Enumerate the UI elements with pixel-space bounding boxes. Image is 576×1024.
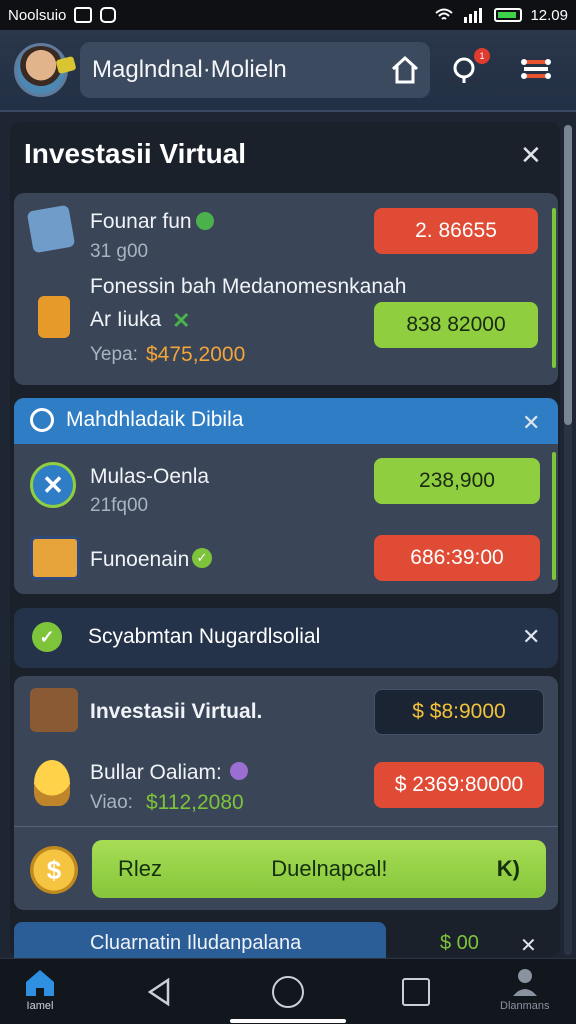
lightbulb-icon — [34, 760, 70, 806]
section-title: Scyabmtan Nugardlsolial — [88, 625, 321, 648]
calculator-icon — [26, 204, 76, 254]
search-icon[interactable] — [452, 56, 478, 84]
carrier-label: Noolsuio — [8, 6, 67, 24]
section-value: $ 00 — [440, 932, 479, 954]
notification-badge: 1 — [474, 48, 490, 64]
item-name: Founar fun — [90, 210, 192, 233]
wallet-icon — [38, 296, 70, 338]
item-sub: 31 g00 — [90, 241, 149, 262]
yield-label: Yepa: — [90, 344, 138, 365]
card-accent-bar — [552, 452, 556, 580]
confirm-left-label: Rlez — [118, 856, 163, 881]
section-title: Cluarnatin Iludanpalana — [90, 932, 302, 954]
exchange-icon: ✕ — [30, 462, 76, 508]
item-name-secondary: Ar Iiuka — [90, 308, 162, 331]
clock-label: 12.09 — [530, 6, 568, 24]
section-close-icon[interactable]: ✕ — [522, 412, 540, 434]
item-sub: 21fq00 — [90, 495, 149, 516]
section-title: Mahdhladaik Dibila — [66, 408, 244, 431]
clock-icon — [30, 408, 54, 432]
status-bar: Noolsuio 12.09 — [0, 0, 576, 30]
app-title-bar[interactable]: Maglndnal·Molieln — [80, 42, 430, 98]
chart-board-icon — [30, 536, 80, 580]
avatar[interactable] — [14, 43, 77, 97]
panel-close-icon[interactable]: ✕ — [520, 142, 542, 168]
item-name: Mulas-Oenla — [90, 465, 210, 488]
gesture-indicator — [230, 1019, 346, 1023]
home-icon — [26, 970, 54, 996]
verified-icon: ✓ — [192, 548, 212, 568]
panel-title: Investasii Virtual — [24, 138, 247, 169]
camera-icon — [100, 7, 117, 23]
check-icon: ✕ — [172, 308, 191, 333]
check-circle-icon: ✓ — [32, 622, 62, 652]
wifi-icon — [435, 8, 454, 20]
nav-profile[interactable]: Dlanmans — [500, 966, 550, 1012]
profile-icon — [512, 969, 537, 996]
item-name: Funoenain — [90, 548, 190, 571]
back-icon[interactable] — [144, 976, 174, 1013]
balance-button[interactable]: $ $8:9000 — [374, 689, 544, 735]
buy-button[interactable]: 838 82000 — [374, 302, 538, 348]
badge-icon — [55, 55, 77, 75]
app-header: Maglndnal·Molieln — [0, 30, 576, 112]
section-close-icon[interactable]: ✕ — [522, 626, 540, 648]
sell-button[interactable]: 686:39:00 — [374, 535, 540, 581]
nav-profile-label: Dlanmans — [500, 1000, 550, 1012]
home-circle-icon[interactable] — [272, 976, 304, 1008]
briefcase-icon — [30, 688, 78, 732]
mail-icon — [74, 7, 93, 23]
home-icon[interactable] — [390, 55, 420, 90]
section-title-row: ✓ Scyabmtan Nugardlsolial — [32, 622, 320, 652]
yield-value: $475,2000 — [146, 343, 246, 366]
nav-home[interactable]: Iamel — [22, 966, 58, 1012]
sell-button[interactable]: 2. 86655 — [374, 208, 538, 254]
item-name: Fonessin bah Medanomesnkanah — [90, 275, 407, 298]
value-amount: $112,2080 — [146, 791, 244, 814]
divider — [14, 826, 558, 827]
info-icon — [230, 762, 248, 780]
item-name: Bullar Oaliam: — [90, 761, 222, 784]
battery-icon — [494, 8, 523, 22]
recents-icon[interactable] — [402, 978, 430, 1006]
coin-icon: $ — [30, 846, 78, 894]
nav-home-label: Iamel — [26, 1000, 54, 1012]
signal-icon — [464, 8, 483, 23]
section-title-row: Mahdhladaik Dibila — [30, 408, 243, 432]
value-label: Viao: — [90, 792, 133, 813]
buy-button[interactable]: 238,900 — [374, 458, 540, 504]
scrollbar-thumb[interactable] — [564, 125, 572, 425]
item-name: Investasii Virtual. — [90, 700, 263, 723]
section-close-icon[interactable]: ✕ — [520, 936, 537, 956]
confirm-center-label: Duelnapcal! — [271, 856, 388, 881]
card-accent-bar — [552, 208, 556, 368]
app-title: Maglndnal·Molieln — [92, 56, 287, 83]
confirm-right-label: K) — [496, 856, 520, 881]
sell-button[interactable]: $ 2369:80000 — [374, 762, 544, 808]
verified-icon — [196, 212, 214, 230]
grid-menu-icon[interactable] — [520, 55, 552, 83]
confirm-button[interactable]: Rlez Duelnapcal! K) — [92, 840, 546, 898]
